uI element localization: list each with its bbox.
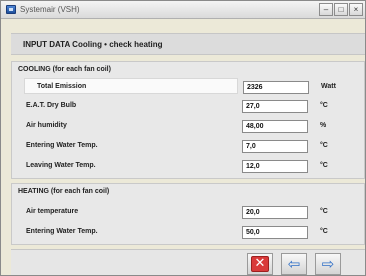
close-window-button[interactable]: × [349,3,363,16]
minimize-button[interactable]: – [319,3,333,16]
row-label: Entering Water Temp. [26,142,98,149]
eat-dry-bulb-input[interactable] [242,100,308,113]
heating-entering-water-input[interactable] [242,226,308,239]
total-emission-input[interactable] [243,81,309,94]
heating-section: HEATING (for each fan coil) Air temperat… [11,183,365,245]
row-unit: °C [320,228,328,235]
row-leaving-water-temp: Leaving Water Temp. °C [12,158,365,174]
maximize-button[interactable]: □ [334,3,348,16]
window-title: Systemair (VSH) [20,5,80,14]
next-button[interactable]: ⇨ [315,253,341,275]
window-controls: – □ × [319,3,363,16]
cooling-section: COOLING (for each fan coil) Total Emissi… [11,61,365,179]
row-label: Air humidity [26,122,67,129]
row-unit: °C [320,208,328,215]
row-label: E.A.T. Dry Bulb [26,102,77,109]
row-unit: °C [320,102,328,109]
air-temperature-input[interactable] [242,206,308,219]
page-title: INPUT DATA Cooling • check heating [23,40,163,49]
row-air-humidity: Air humidity % [12,118,365,134]
cooling-entering-water-input[interactable] [242,140,308,153]
row-eat-dry-bulb: E.A.T. Dry Bulb °C [12,98,365,114]
app-window: Systemair (VSH) – □ × INPUT DATA Cooling… [0,0,366,276]
x-close-icon: ✕ [251,256,269,272]
footer-toolbar: ✕ ⇦ ⇨ [11,249,365,275]
row-label: Air temperature [26,208,79,215]
leaving-water-input[interactable] [242,160,308,173]
app-icon [6,5,16,14]
arrow-left-icon: ⇦ [287,255,301,273]
row-unit: % [320,122,327,129]
row-total-emission: Total Emission Watt [24,78,336,94]
row-unit: °C [320,162,328,169]
cancel-button[interactable]: ✕ [247,253,273,275]
cooling-section-title: COOLING (for each fan coil) [18,66,111,73]
row-label: Entering Water Temp. [26,228,98,235]
row-unit: °C [320,142,328,149]
row-entering-water-temp: Entering Water Temp. °C [12,138,365,154]
row-label: Total Emission [37,83,87,90]
row-unit: Watt [321,83,336,90]
row-label: Leaving Water Temp. [26,162,96,169]
title-bar[interactable]: Systemair (VSH) – □ × [1,1,365,19]
back-button[interactable]: ⇦ [281,253,307,275]
row-air-temperature: Air temperature °C [12,204,365,220]
page-header: INPUT DATA Cooling • check heating [11,33,365,55]
heating-section-title: HEATING (for each fan coil) [18,188,110,195]
arrow-right-icon: ⇨ [321,255,335,273]
air-humidity-input[interactable] [242,120,308,133]
row-heating-entering-water: Entering Water Temp. °C [12,224,365,240]
